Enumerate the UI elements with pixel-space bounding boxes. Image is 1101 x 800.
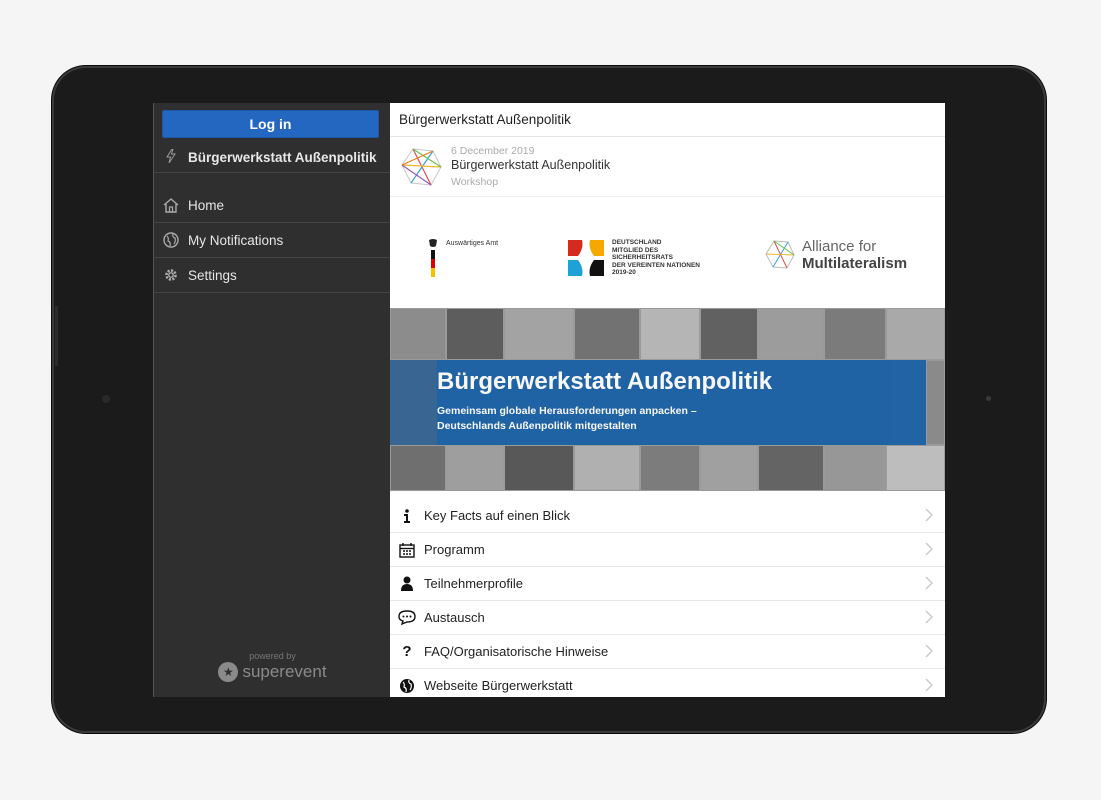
chevron-right-icon	[925, 678, 933, 692]
menu-item-label: Programm	[424, 542, 485, 557]
sidebar: Log in Bürgerwerkstatt Außenpolitik Home…	[153, 103, 391, 697]
event-type: Workshop	[451, 176, 499, 188]
banner-photo	[886, 445, 945, 491]
menu-item-key-facts[interactable]: Key Facts auf einen Blick	[390, 499, 945, 533]
sensor-dot	[986, 396, 991, 401]
lightning-icon	[154, 148, 188, 166]
banner-subline: Gemeinsam globale Herausforderungen anpa…	[437, 405, 697, 417]
partner-logos: Auswärtiges Amt DEUTSCHLAND MITGLIED DES…	[390, 198, 945, 308]
auswaertiges-amt-logo: Auswärtiges Amt	[426, 238, 498, 278]
login-button[interactable]: Log in	[162, 110, 379, 138]
banner-photo	[504, 445, 574, 491]
security-council-logo: DEUTSCHLAND MITGLIED DES SICHERHEITSRATS…	[566, 238, 700, 278]
page-title: Bürgerwerkstatt Außenpolitik	[390, 103, 945, 137]
banner-photo	[446, 445, 504, 491]
banner-band: Bürgerwerkstatt Außenpolitik Gemeinsam g…	[437, 360, 926, 445]
brand-name: superevent	[242, 662, 327, 681]
banner-photo	[886, 308, 945, 360]
sidebar-nav: Home My Notifications Settings	[154, 188, 391, 293]
chevron-right-icon	[925, 576, 933, 590]
chat-icon	[390, 610, 424, 625]
front-camera	[102, 395, 110, 403]
question-icon: ?	[402, 643, 412, 660]
event-logo-icon	[401, 148, 442, 186]
event-name: Bürgerwerkstatt Außenpolitik	[451, 158, 611, 172]
volume-button	[55, 306, 58, 366]
menu-item-label: Teilnehmerprofile	[424, 576, 523, 591]
banner-photo	[446, 308, 504, 360]
banner-photo	[824, 445, 886, 491]
event-date: 6 December 2019	[451, 145, 535, 157]
banner-photo	[390, 445, 446, 491]
sidebar-item-label: Settings	[188, 267, 237, 283]
banner-photo	[390, 308, 446, 360]
chevron-right-icon	[925, 542, 933, 556]
event-banner: Bürgerwerkstatt Außenpolitik Gemeinsam g…	[390, 308, 945, 491]
eagle-icon	[429, 239, 437, 277]
event-menu: Key Facts auf einen Blick Programm Teiln…	[390, 499, 945, 697]
menu-item-faq[interactable]: ? FAQ/Organisatorische Hinweise	[390, 635, 945, 669]
de-logo-line: SICHERHEITSRATS	[612, 254, 673, 262]
alliance-line1: Alliance for	[802, 238, 877, 255]
banner-photo	[926, 360, 945, 445]
chevron-right-icon	[925, 508, 933, 522]
globe-icon	[154, 232, 188, 248]
de-logo-line: MITGLIED DES	[612, 246, 659, 254]
alliance-icon	[765, 240, 795, 269]
star-icon: ★	[218, 662, 239, 682]
banner-photo	[504, 308, 574, 360]
banner-photo	[574, 445, 640, 491]
flower-icon	[568, 240, 604, 276]
banner-photo	[700, 308, 758, 360]
chevron-right-icon	[925, 644, 933, 658]
chevron-right-icon	[925, 610, 933, 624]
menu-item-teilnehmerprofile[interactable]: Teilnehmerprofile	[390, 567, 945, 601]
alliance-logo: Alliance for Multilateralism	[764, 238, 907, 272]
sidebar-event-item[interactable]: Bürgerwerkstatt Außenpolitik	[154, 143, 391, 173]
menu-item-austausch[interactable]: Austausch	[390, 601, 945, 635]
alliance-line2: Multilateralism	[802, 255, 908, 272]
sidebar-event-title: Bürgerwerkstatt Außenpolitik	[188, 150, 377, 165]
globe-icon	[390, 678, 424, 694]
main-content: Bürgerwerkstatt Außenpolitik 6 December …	[390, 103, 945, 697]
de-logo-line: 2019-20	[612, 269, 636, 277]
gear-icon	[154, 267, 188, 283]
sidebar-item-home[interactable]: Home	[154, 188, 391, 223]
menu-item-label: Webseite Bürgerwerkstatt	[424, 678, 573, 693]
banner-photo	[640, 445, 700, 491]
banner-band-edge	[390, 360, 437, 445]
user-icon	[390, 576, 424, 591]
menu-item-label: FAQ/Organisatorische Hinweise	[424, 644, 609, 659]
event-card[interactable]: 6 December 2019 Bürgerwerkstatt Außenpol…	[390, 137, 945, 197]
sidebar-item-label: My Notifications	[188, 232, 284, 248]
menu-item-programm[interactable]: Programm	[390, 533, 945, 567]
banner-photo	[574, 308, 640, 360]
sidebar-item-notifications[interactable]: My Notifications	[154, 223, 391, 258]
menu-item-webseite[interactable]: Webseite Bürgerwerkstatt	[390, 669, 945, 697]
banner-photo	[640, 308, 700, 360]
app-screen: Log in Bürgerwerkstatt Außenpolitik Home…	[153, 103, 945, 697]
banner-photo	[758, 308, 824, 360]
banner-subline: Deutschlands Außenpolitik mitgestalten	[437, 420, 637, 432]
info-icon	[390, 508, 424, 523]
home-icon	[154, 197, 188, 213]
sidebar-item-label: Home	[188, 197, 225, 213]
banner-photo	[824, 308, 886, 360]
menu-item-label: Key Facts auf einen Blick	[424, 508, 570, 523]
powered-by-label: powered by	[249, 651, 296, 661]
calendar-icon	[390, 542, 424, 558]
banner-photo	[758, 445, 824, 491]
de-logo-line: DEUTSCHLAND	[612, 239, 662, 247]
superevent-logo[interactable]: ★ superevent	[154, 662, 391, 682]
menu-item-label: Austausch	[424, 610, 485, 625]
auswaertiges-amt-text: Auswärtiges Amt	[446, 240, 499, 247]
banner-headline: Bürgerwerkstatt Außenpolitik	[437, 368, 773, 395]
sidebar-item-settings[interactable]: Settings	[154, 258, 391, 293]
banner-photo	[700, 445, 758, 491]
de-logo-line: DER VEREINTEN NATIONEN	[612, 261, 700, 269]
